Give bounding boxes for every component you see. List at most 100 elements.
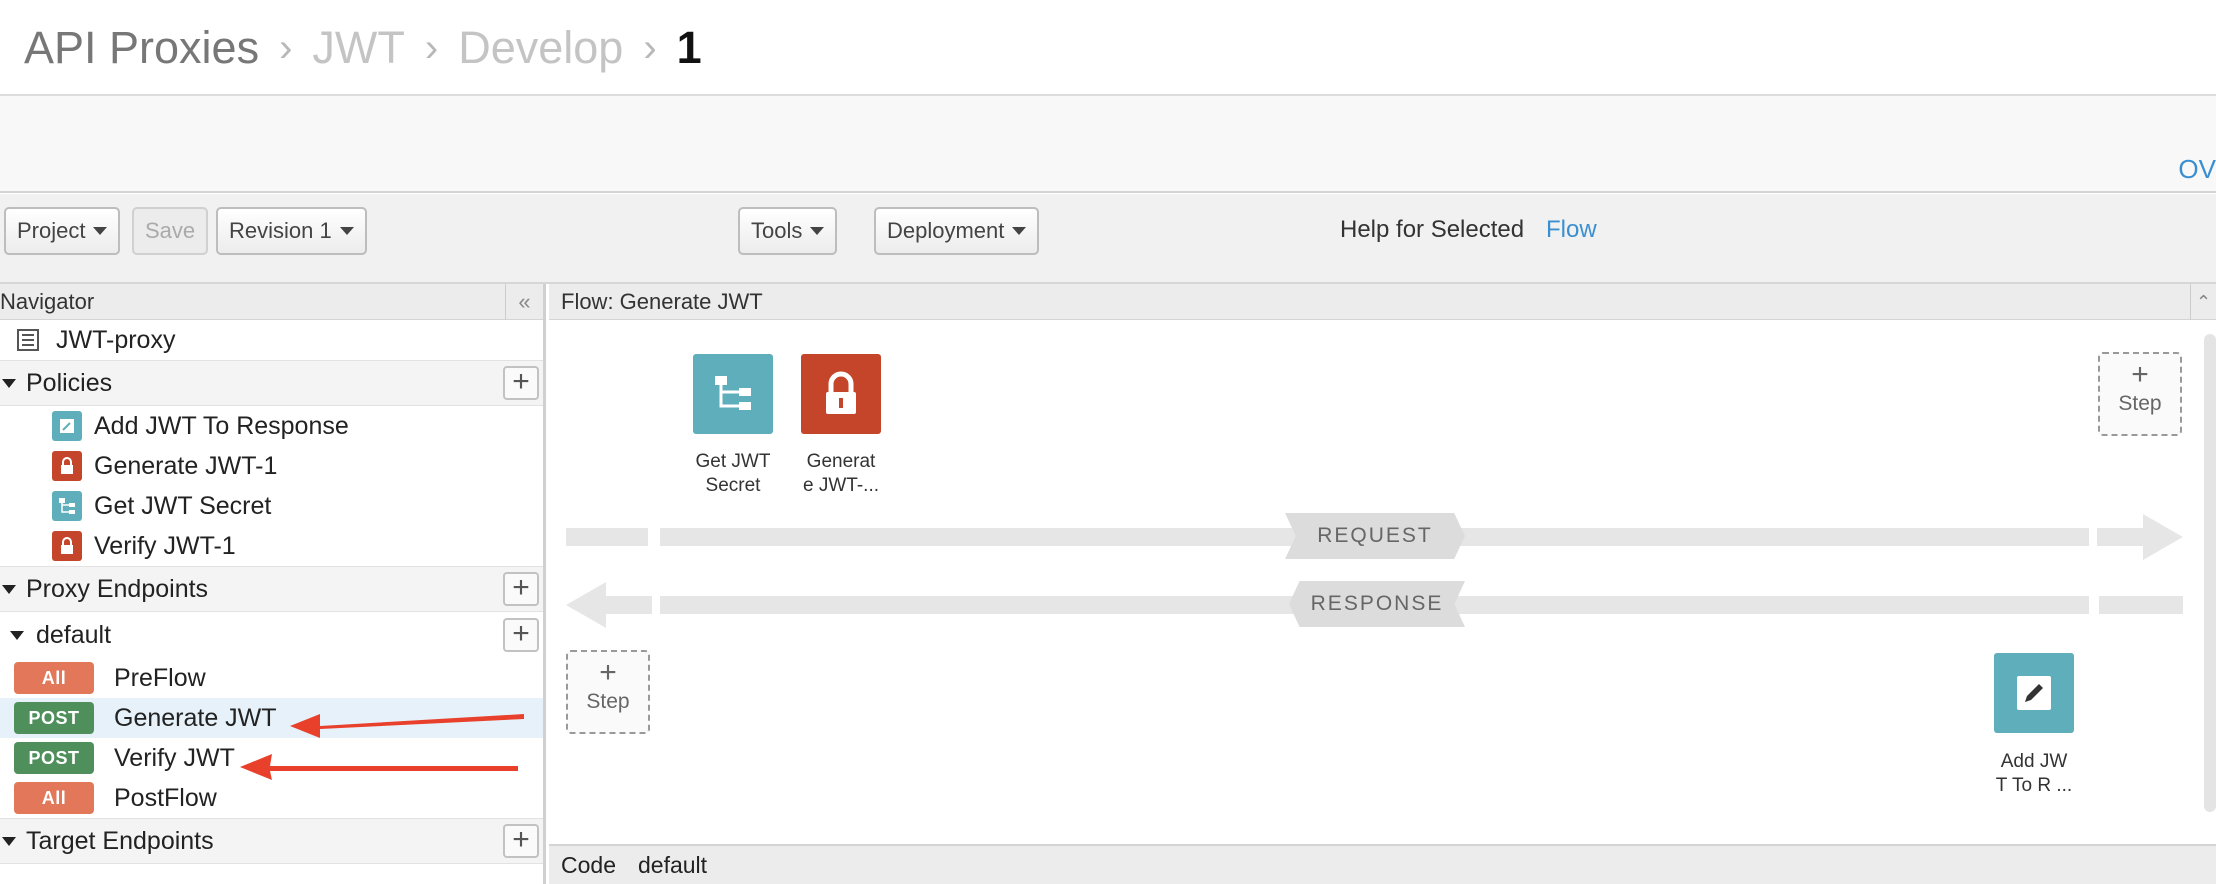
breadcrumb-separator: ›: [424, 25, 439, 70]
flow-item[interactable]: POST Verify JWT: [0, 738, 543, 778]
plus-icon: +: [599, 656, 617, 689]
lock-icon: [52, 531, 82, 561]
code-label: Code: [561, 851, 616, 878]
add-flow-button[interactable]: +: [503, 618, 539, 652]
add-policy-button[interactable]: +: [503, 366, 539, 400]
add-proxy-endpoint-button[interactable]: +: [503, 572, 539, 606]
add-target-endpoint-button[interactable]: +: [503, 824, 539, 858]
chevron-down-icon: [339, 227, 354, 235]
step-label-line: Generat: [806, 451, 876, 472]
tree-icon: [52, 491, 82, 521]
plus-icon: +: [2131, 358, 2149, 391]
flow-panel: Flow: Generate JWT ⌃ Get JWT Secret Gene…: [549, 284, 2216, 884]
code-value: default: [637, 851, 708, 878]
overview-link[interactable]: OV: [2178, 154, 2216, 185]
edit-icon: [52, 411, 82, 441]
request-arrow-icon: [2097, 514, 2183, 560]
chevron-down-icon: [93, 227, 108, 235]
step-label-line: e JWT-...: [803, 475, 879, 496]
endpoint-default[interactable]: default +: [0, 612, 543, 658]
add-response-step-button[interactable]: + Step: [566, 650, 650, 734]
response-arrow-icon: [566, 582, 652, 628]
flow-name: PostFlow: [114, 783, 217, 812]
proxy-root-item[interactable]: JWT-proxy: [0, 320, 543, 360]
lock-icon: [52, 451, 82, 481]
code-bar: Code default: [549, 844, 2216, 884]
policy-item[interactable]: Add JWT To Response: [0, 406, 543, 446]
breadcrumb: API Proxies › JWT › Develop › 1: [24, 8, 702, 88]
policy-item[interactable]: Verify JWT-1: [0, 526, 543, 566]
expand-triangle-icon: [2, 584, 16, 594]
lock-icon: [826, 371, 856, 414]
policies-label: Policies: [26, 368, 113, 397]
policy-item[interactable]: Get JWT Secret: [0, 486, 543, 526]
help-flow-link[interactable]: Flow: [1546, 216, 1597, 244]
tools-label: Tools: [751, 218, 803, 243]
breadcrumb-api-proxies[interactable]: API Proxies: [24, 22, 259, 74]
step-get-jwt-secret[interactable]: [693, 354, 773, 434]
policy-item[interactable]: Generate JWT-1: [0, 446, 543, 486]
step-label: Get JWT Secret: [678, 450, 788, 498]
method-badge: POST: [14, 702, 94, 734]
tools-dropdown[interactable]: Tools: [738, 207, 838, 255]
help-text: Help for Selected: [1340, 216, 1525, 243]
add-step-label: Step: [2118, 392, 2162, 415]
edit-icon: [2017, 676, 2051, 710]
step-add-jwt-to-response[interactable]: [1994, 653, 2074, 733]
project-label: Project: [17, 218, 86, 243]
target-endpoints-section[interactable]: Target Endpoints +: [0, 818, 543, 864]
request-lane-segment: [566, 528, 648, 546]
method-badge: All: [14, 662, 94, 694]
breadcrumb-jwt[interactable]: JWT: [312, 22, 404, 74]
breadcrumb-revision: 1: [676, 22, 702, 73]
breadcrumb-separator: ›: [279, 25, 293, 70]
flow-name: Generate JWT: [114, 703, 277, 732]
method-badge: POST: [14, 742, 94, 774]
step-label-line: Add JW: [2000, 751, 2068, 772]
tree-icon: [715, 376, 751, 410]
endpoint-name: default: [36, 620, 112, 649]
flow-item[interactable]: All PostFlow: [0, 778, 543, 818]
breadcrumb-develop[interactable]: Develop: [458, 22, 623, 74]
project-dropdown[interactable]: Project: [4, 207, 121, 255]
revision-dropdown[interactable]: Revision 1: [216, 207, 367, 255]
policy-name: Verify JWT-1: [94, 531, 236, 560]
revision-label: Revision 1: [229, 218, 332, 243]
flow-name: PreFlow: [114, 663, 206, 692]
step-label-line: Secret: [705, 475, 761, 496]
policy-name: Get JWT Secret: [94, 491, 272, 520]
navigator-title: Navigator: [0, 288, 95, 314]
flow-scrollbar[interactable]: [2204, 334, 2216, 812]
deployment-label: Deployment: [887, 218, 1005, 243]
proxy-endpoints-section[interactable]: Proxy Endpoints +: [0, 566, 543, 612]
expand-triangle-icon: [10, 630, 24, 640]
breadcrumb-separator: ›: [643, 25, 657, 70]
method-badge: All: [14, 782, 94, 814]
flow-item[interactable]: All PreFlow: [0, 658, 543, 698]
chevron-down-icon: [1012, 227, 1027, 235]
response-lane-segment: [2099, 596, 2183, 614]
list-doc-icon: [17, 329, 39, 351]
collapse-up-icon[interactable]: ⌃: [2190, 284, 2216, 320]
save-label: Save: [145, 218, 196, 243]
proxy-endpoints-label: Proxy Endpoints: [26, 574, 209, 603]
add-step-label: Step: [586, 690, 630, 713]
save-button[interactable]: Save: [132, 207, 209, 255]
header-band: OV: [0, 96, 2216, 193]
add-request-step-button[interactable]: + Step: [2098, 352, 2182, 436]
step-label: Add JW T To R ...: [1979, 750, 2089, 798]
request-label: REQUEST: [1285, 513, 1465, 559]
proxy-name: JWT-proxy: [56, 325, 176, 354]
step-label: Generat e JWT-...: [786, 450, 896, 498]
policy-name: Generate JWT-1: [94, 451, 278, 480]
deployment-dropdown[interactable]: Deployment: [874, 207, 1040, 255]
flow-item-selected[interactable]: POST Generate JWT: [0, 698, 543, 738]
collapse-icon[interactable]: «: [505, 284, 543, 320]
expand-triangle-icon: [2, 378, 16, 388]
flow-title: Flow: Generate JWT: [561, 288, 763, 314]
policy-name: Add JWT To Response: [94, 411, 349, 440]
policies-section[interactable]: Policies +: [0, 360, 543, 406]
step-generate-jwt[interactable]: [801, 354, 881, 434]
toolbar: Project Save Revision 1 Tools Deployment…: [0, 194, 2216, 284]
navigator-panel: Navigator « JWT-proxy Policies + Add JWT…: [0, 284, 546, 884]
